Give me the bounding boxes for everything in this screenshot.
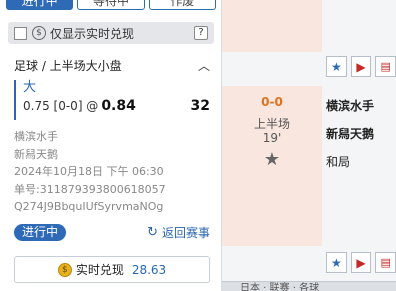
tab-void[interactable]: 作废: [148, 0, 216, 10]
cashout-button[interactable]: $ 实时兑现 28.63: [14, 256, 210, 283]
status-row: 进行中 ↻ 返回赛事: [14, 223, 210, 241]
bet-line: 0.75 [0-0] @: [23, 99, 99, 113]
tab-pending[interactable]: 等待中: [77, 0, 145, 10]
away-team: 新舄天鹅: [14, 147, 58, 161]
stats-icon[interactable]: ▤: [375, 252, 396, 273]
star-icon[interactable]: ★: [222, 149, 322, 170]
help-icon[interactable]: ?: [194, 26, 208, 40]
return-icon: ↻: [147, 224, 158, 240]
match-actions-row-1: ★ ▶ ▤: [222, 52, 396, 84]
play-icon[interactable]: ▶: [350, 56, 372, 77]
bet-odds: 0.84: [101, 98, 136, 114]
status-tabs: 进行中 等待中 作废: [0, 0, 222, 12]
page: 进行中 等待中 作废 $ 仅显示实时兑现 ? 足球 / 上半场大小盘 ︿ 大 0…: [0, 0, 396, 291]
favorite-star-icon[interactable]: ★: [326, 252, 347, 273]
match-score-block: 0-0 上半场 19' ★: [222, 86, 322, 246]
home-team: 横滨水手: [14, 130, 58, 143]
bet-info: 横滨水手 新舄天鹅 2024年10月18日 下午 06:30 单号:311879…: [14, 128, 214, 216]
market-label: 足球 / 上半场大小盘: [14, 59, 122, 73]
tab-in-progress[interactable]: 进行中: [6, 0, 74, 10]
match-score: 0-0: [261, 95, 283, 109]
filter-checkbox[interactable]: [14, 26, 27, 40]
selection-label: 大: [23, 80, 37, 95]
coin-icon: $: [57, 262, 72, 277]
chevron-up-icon[interactable]: ︿: [198, 57, 210, 74]
bet-card-header[interactable]: 足球 / 上半场大小盘 ︿: [14, 57, 210, 74]
match-minute: 19': [262, 131, 282, 145]
match-actions-row-2: ★ ▶ ▤: [222, 246, 396, 280]
cashout-label: 实时兑现: [75, 263, 124, 277]
stats-icon[interactable]: ▤: [375, 56, 396, 77]
play-icon[interactable]: ▶: [350, 252, 372, 273]
match-period: 上半场: [253, 117, 290, 131]
bet-stake: 32: [190, 98, 210, 114]
order-number: 单号:311879393800618057: [14, 182, 166, 196]
filter-label: 仅显示实时兑现: [50, 26, 135, 41]
cashout-filter[interactable]: $ 仅显示实时兑现 ?: [8, 22, 214, 44]
bet-code: Q274J9BbquIUfSyrvmaNOg: [14, 200, 164, 213]
selection-draw[interactable]: 和局: [326, 148, 374, 176]
status-badge: 进行中: [14, 223, 67, 241]
match-selections: 横滨水手 新舄天鹅 和局: [326, 92, 374, 176]
back-to-event-link[interactable]: ↻ 返回赛事: [147, 224, 210, 241]
bet-selection-box: 大 0.75 [0-0] @ 0.84 32: [14, 80, 210, 120]
league-bar[interactable]: 日本 · 联赛 · 各球: [222, 281, 396, 291]
match-row[interactable]: 0-0 上半场 19' ★ 横滨水手 新舄天鹅 和局: [222, 86, 396, 246]
bet-time: 2024年10月18日 下午 06:30: [14, 165, 164, 178]
previous-match-block: [222, 0, 322, 52]
favorite-star-icon[interactable]: ★: [326, 56, 347, 77]
selection-home[interactable]: 横滨水手: [326, 92, 374, 120]
bet-slip-panel: 进行中 等待中 作废 $ 仅显示实时兑现 ? 足球 / 上半场大小盘 ︿ 大 0…: [0, 0, 222, 291]
back-label: 返回赛事: [161, 225, 210, 240]
match-list-panel: ★ ▶ ▤ 0-0 上半场 19' ★ 横滨水手 新舄天鹅 和局 ★ ▶ ▤ 日…: [222, 0, 396, 291]
selection-away[interactable]: 新舄天鹅: [326, 120, 374, 148]
cashout-amount: 28.63: [131, 262, 167, 277]
cashout-coin-icon: $: [32, 26, 46, 40]
